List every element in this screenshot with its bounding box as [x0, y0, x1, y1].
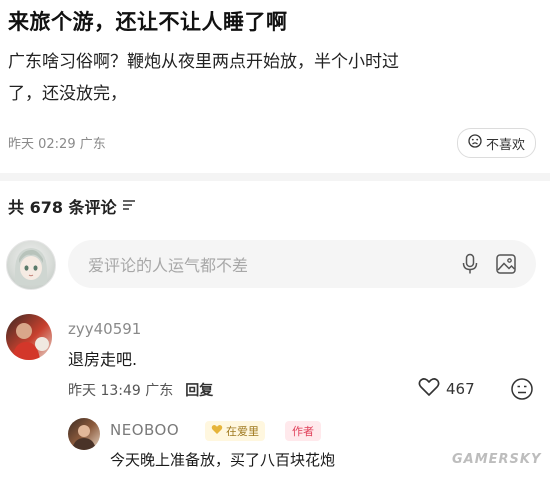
author-badge: 作者 [285, 421, 321, 441]
commenter-username[interactable]: zyy40591 [68, 320, 141, 338]
comment-input-placeholder: 爱评论的人运气都不差 [88, 256, 249, 275]
post-meta: 昨天 02:29 广东 [8, 137, 106, 152]
post-body: 广东啥习俗啊？鞭炮从夜里两点开始放，半个小时过 了，还没放完， [8, 46, 528, 110]
dislike-button[interactable]: 不喜欢 [456, 128, 536, 158]
comment-count-sort[interactable]: 共 678 条评论 [8, 194, 137, 218]
comment-count-label: 共 678 条评论 [8, 198, 117, 217]
comment-meta: 昨天 13:49 广东 回复 [68, 380, 213, 400]
post-body-line-1: 广东啥习俗啊？鞭炮从夜里两点开始放，半个小时过 [8, 52, 399, 72]
microphone-icon[interactable] [452, 253, 488, 275]
like-count: 467 [446, 380, 475, 398]
love-badge-label: 在爱里 [226, 425, 259, 438]
comment-time-location: 昨天 13:49 广东 [68, 383, 174, 399]
reply-text: 今天晚上准备放，买了八百块花炮 [110, 451, 336, 469]
reply-button[interactable]: 回复 [185, 380, 213, 400]
image-icon[interactable] [488, 253, 524, 275]
section-divider [0, 173, 550, 181]
person-avatar-icon [12, 323, 49, 360]
commenter-avatar[interactable] [6, 314, 52, 360]
dislike-comment-icon[interactable] [510, 377, 534, 405]
love-badge: 在爱里 [205, 421, 265, 441]
comment-text: 退房走吧. [68, 350, 138, 369]
my-avatar[interactable] [6, 240, 56, 290]
sad-face-icon [468, 134, 482, 152]
reply-avatar[interactable] [68, 418, 100, 450]
dislike-label: 不喜欢 [485, 137, 525, 153]
anime-avatar-icon [15, 248, 47, 285]
heart-icon [418, 377, 440, 401]
heart-badge-icon [211, 424, 223, 438]
person-avatar-icon [72, 425, 96, 450]
reply-username[interactable]: NEOBOO [110, 421, 179, 439]
post-title: 来旅个游，还让不让人睡了啊 [8, 10, 288, 34]
sort-icon [121, 197, 137, 216]
post-body-line-2: 了，还没放完， [8, 84, 127, 104]
comment-input[interactable]: 爱评论的人运气都不差 [68, 240, 536, 288]
watermark-logo: GAMERSKY [452, 452, 542, 467]
like-button[interactable]: 467 [418, 377, 475, 401]
